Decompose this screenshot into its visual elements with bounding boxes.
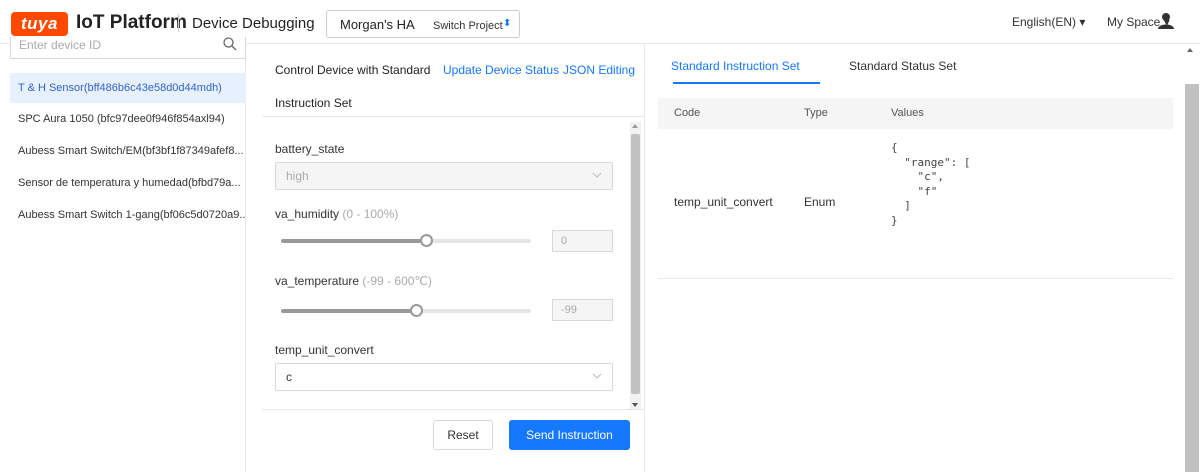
va-humidity-range: (0 - 100%): [342, 207, 399, 221]
standard-set-panel: Standard Instruction Set Standard Status…: [645, 44, 1200, 472]
tab-json-editing[interactable]: JSON Editing: [563, 62, 635, 78]
table-header: Code Type Values: [658, 98, 1173, 129]
tuya-logo[interactable]: tuya: [11, 12, 68, 36]
instruction-form: battery_state high va_humidity (0 - 100%…: [262, 122, 632, 409]
device-item[interactable]: Sensor de temperatura y humedad(bfbd79a.…: [10, 168, 246, 198]
device-item[interactable]: Aubess Smart Switch 1-gang(bf06c5d0720a9…: [10, 200, 246, 230]
device-id-input[interactable]: [19, 38, 209, 52]
temp-unit-convert-value: c: [286, 370, 292, 384]
va-humidity-slider-handle[interactable]: [420, 234, 433, 247]
battery-state-label: battery_state: [275, 142, 345, 156]
chevron-down-icon: [592, 373, 602, 379]
language-selector[interactable]: English(EN) ▾: [1012, 15, 1085, 29]
project-name: Morgan's HA: [340, 17, 415, 32]
column-header-code: Code: [674, 107, 701, 119]
temp-unit-convert-label: temp_unit_convert: [275, 343, 374, 357]
temp-unit-convert-select[interactable]: c: [275, 363, 613, 391]
standard-set-tabs: Standard Instruction Set Standard Status…: [658, 44, 1173, 84]
tab-standard-instruction-set[interactable]: Standard Instruction Set: [671, 58, 800, 74]
va-temperature-name: va_temperature: [275, 274, 360, 288]
va-humidity-input[interactable]: 0: [552, 230, 613, 252]
page-scrollbar[interactable]: [1182, 44, 1200, 472]
chevron-down-icon: [592, 172, 602, 178]
tab-standard-status-set[interactable]: Standard Status Set: [849, 58, 956, 74]
reset-button[interactable]: Reset: [433, 420, 493, 450]
column-header-values: Values: [891, 107, 924, 119]
brand-title[interactable]: IoT Platform: [76, 11, 187, 35]
tab-standard-instruction[interactable]: Control Device with Standard: [275, 62, 430, 78]
device-search: [10, 37, 246, 59]
row-code: temp_unit_convert: [674, 195, 773, 209]
va-temperature-range: (-99 - 600℃): [362, 274, 432, 288]
va-humidity-slider[interactable]: [281, 234, 531, 247]
battery-state-value: high: [286, 169, 309, 183]
page-title: Device Debugging: [192, 15, 315, 32]
form-scrollbar[interactable]: [630, 122, 641, 409]
table-row: temp_unit_convert Enum { "range": [ "c",…: [658, 129, 1173, 279]
header-divider: [178, 14, 179, 32]
scroll-down-arrow-icon[interactable]: [632, 403, 638, 407]
updown-caret-icon: ⬍: [503, 18, 512, 29]
va-temperature-input[interactable]: -99: [552, 299, 613, 321]
project-select[interactable]: Morgan's HA Switch Project ⬍: [326, 10, 520, 38]
tab-update-device-status[interactable]: Update Device Status: [443, 62, 559, 78]
scroll-up-arrow-icon[interactable]: [632, 124, 638, 128]
device-item[interactable]: SPC Aura 1050 (bfc97dee0f946f854axl94): [10, 104, 246, 134]
va-temperature-slider-handle[interactable]: [410, 304, 423, 317]
device-sidebar: T & H Sensor(bff486b6c43e58d0d44mdh) SPC…: [0, 37, 246, 472]
device-item[interactable]: T & H Sensor(bff486b6c43e58d0d44mdh): [10, 73, 246, 103]
control-tabs: Control Device with Standard Instruction…: [262, 44, 645, 117]
active-tab-underline: [673, 82, 820, 84]
va-temperature-slider[interactable]: [281, 304, 531, 317]
battery-state-select: high: [275, 162, 613, 190]
va-humidity-label: va_humidity (0 - 100%): [275, 207, 398, 221]
device-item[interactable]: Aubess Smart Switch/EM(bf3bf1f87349afef8…: [10, 136, 246, 166]
search-icon[interactable]: [222, 36, 238, 52]
project-type: Switch Project: [433, 20, 503, 32]
user-icon[interactable]: [1157, 12, 1175, 30]
row-values-json: { "range": [ "c", "f" ] }: [891, 141, 971, 227]
va-humidity-name: va_humidity: [275, 207, 340, 221]
tab-standard-instruction-line2[interactable]: Instruction Set: [275, 95, 352, 111]
va-temperature-label: va_temperature (-99 - 600℃): [275, 274, 432, 288]
va-temperature-slider-fill: [281, 309, 416, 313]
column-header-type: Type: [804, 107, 828, 119]
row-type: Enum: [804, 195, 836, 209]
scroll-thumb[interactable]: [631, 134, 640, 394]
scroll-up-arrow-icon[interactable]: [1187, 48, 1193, 52]
send-instruction-button[interactable]: Send Instruction: [509, 420, 630, 450]
va-humidity-slider-fill: [281, 239, 426, 243]
control-footer: Reset Send Instruction: [262, 409, 645, 472]
page-scroll-thumb[interactable]: [1185, 84, 1199, 472]
control-panel: Control Device with Standard Instruction…: [262, 44, 645, 472]
